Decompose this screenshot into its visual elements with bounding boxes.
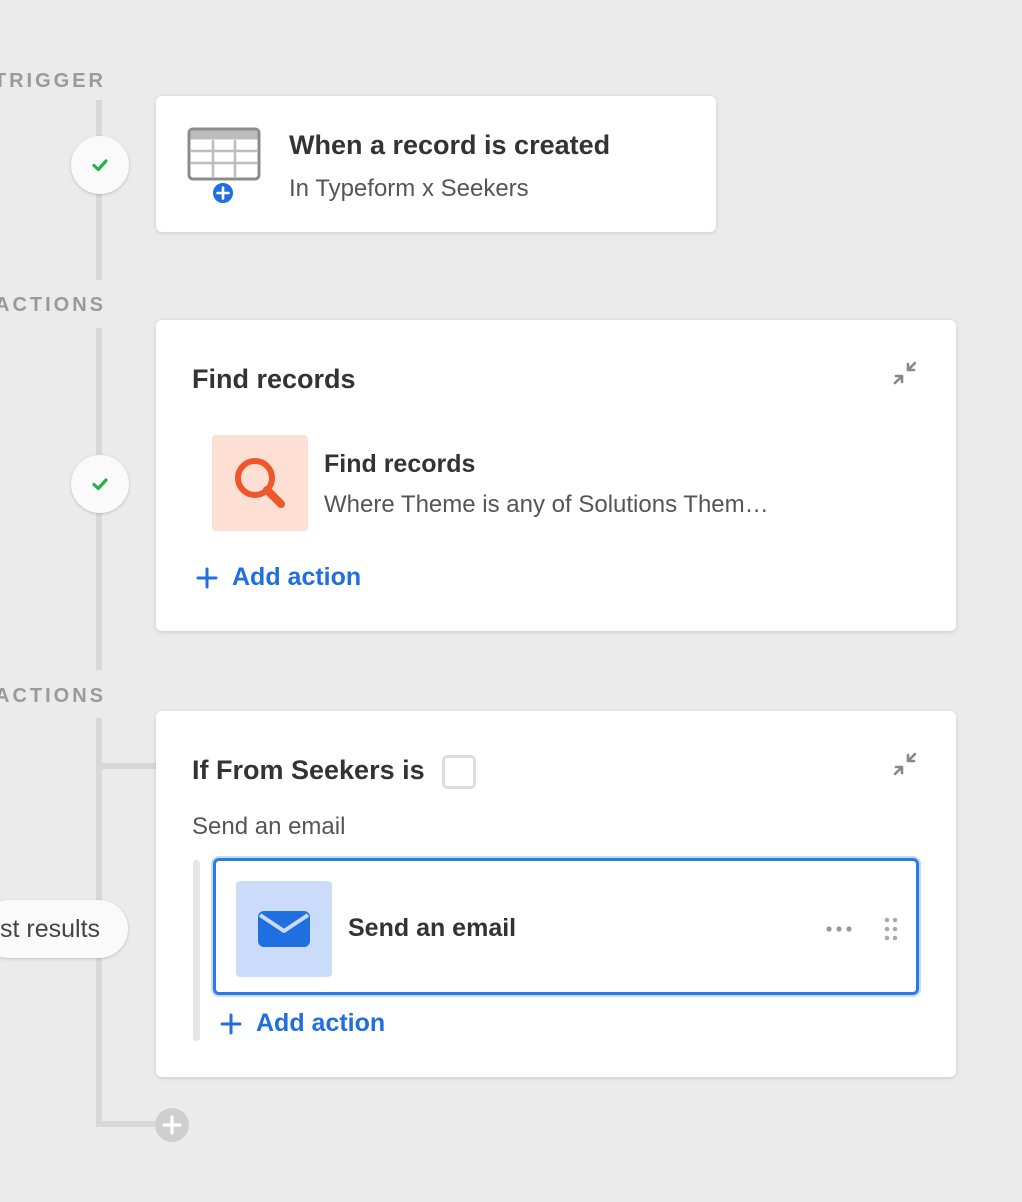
actions-section-label-2: ACTIONS [0, 685, 106, 707]
collapse-icon[interactable] [890, 358, 920, 388]
action-subtitle: Where Theme is any of Solutions Them… [324, 491, 769, 518]
envelope-icon [258, 911, 310, 947]
plus-icon [220, 1013, 242, 1034]
group-label: Send an email [192, 813, 346, 840]
actions-section-label: ACTIONS [0, 294, 106, 316]
action-title: Send an email [348, 914, 517, 942]
trigger-card[interactable]: When a record is created In Typeform x S… [156, 96, 716, 232]
test-results-label: st results [0, 915, 101, 943]
more-options-icon[interactable] [824, 919, 854, 939]
checkmark-icon [92, 478, 108, 491]
condition-value-checkbox[interactable] [442, 755, 476, 789]
action-title[interactable]: Find records [324, 450, 475, 479]
trigger-subtitle: In Typeform x Seekers [289, 175, 529, 202]
table-plus-icon [187, 126, 261, 206]
trigger-section-label: TRIGGER [0, 70, 106, 92]
plus-icon [196, 567, 218, 588]
checkmark-icon [92, 159, 108, 172]
group-rail [193, 860, 200, 1041]
collapse-icon[interactable] [890, 749, 920, 779]
send-email-action[interactable]: Send an email [213, 858, 919, 995]
conditional-card: If From Seekers is Send an email Send an… [156, 711, 956, 1077]
condition-title: If From Seekers is [192, 755, 425, 785]
branch-connector [96, 763, 160, 769]
add-step-button[interactable] [155, 1108, 189, 1142]
search-icon [235, 458, 285, 508]
add-action-label: Add action [256, 1009, 386, 1037]
add-action-button[interactable]: Add action [196, 563, 361, 592]
envelope-icon-tile [236, 881, 332, 977]
plus-icon [162, 1115, 182, 1135]
add-action-label: Add action [232, 563, 362, 591]
find-records-card: Find records Find records Where Theme is… [156, 320, 956, 631]
card-header: Find records [192, 364, 356, 394]
status-check [71, 136, 129, 194]
trigger-title: When a record is created [289, 130, 611, 160]
test-results-pill[interactable]: st results [0, 900, 128, 958]
search-icon-tile [212, 435, 308, 531]
branch-connector [96, 1121, 158, 1127]
drag-handle-icon[interactable] [881, 915, 901, 943]
add-action-button[interactable]: Add action [220, 1009, 385, 1038]
status-check [71, 455, 129, 513]
